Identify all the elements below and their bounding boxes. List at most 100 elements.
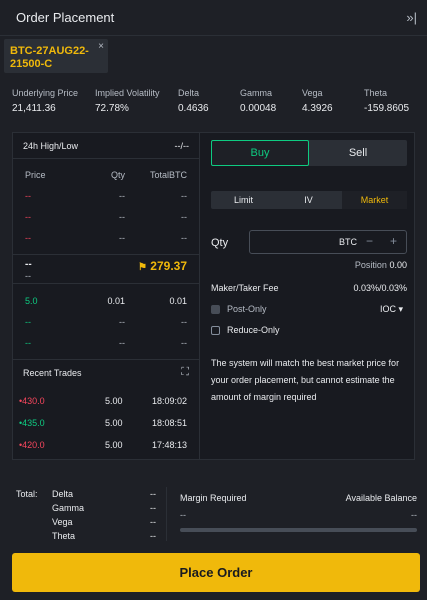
ask-total: -- <box>181 212 187 222</box>
summary-delta: Delta -- <box>52 489 156 502</box>
time-in-force-select[interactable]: IOC ▾ <box>380 304 403 315</box>
gamma: Gamma 0.00048 <box>240 88 276 114</box>
summary-divider <box>166 487 167 541</box>
implied-volatility: Implied Volatility 72.78% <box>95 88 160 114</box>
summary-theta-value: -- <box>150 531 156 541</box>
summary-gamma-label: Gamma <box>52 503 85 513</box>
ask-row[interactable]: -- -- -- <box>13 212 199 226</box>
qty-label: Qty <box>211 237 229 249</box>
greeks-row: Underlying Price 21,411.36 Implied Volat… <box>0 88 427 124</box>
high-low-row: 24h High/Low --/-- <box>13 133 199 159</box>
bid-price: -- <box>25 338 31 348</box>
recent-trades-title: Recent Trades <box>23 367 82 378</box>
ask-qty: -- <box>119 191 125 201</box>
ask-price: -- <box>25 212 31 222</box>
theta-value: -159.8605 <box>364 103 410 114</box>
bid-total: -- <box>181 338 187 348</box>
panel-header: Order Placement »| <box>0 0 427 36</box>
instrument-tab-strip: BTC-27AUG22-21500-C × <box>0 37 427 75</box>
instrument-tab[interactable]: BTC-27AUG22-21500-C × <box>4 39 108 73</box>
post-only-label: Post-Only <box>227 304 267 314</box>
summary-vega: Vega -- <box>52 517 156 530</box>
trade-price: • 430.0 <box>19 396 45 406</box>
margin-required-value: -- <box>180 510 186 520</box>
tab-limit[interactable]: Limit <box>211 191 276 209</box>
summary-delta-value: -- <box>150 489 156 499</box>
summary-gamma-value: -- <box>150 503 156 513</box>
position-display: Position 0.00 <box>355 260 407 270</box>
orderbook-column-headers: Price Qty TotalBTC <box>13 170 199 184</box>
place-order-button[interactable]: Place Order <box>12 553 420 592</box>
delta-label: Delta <box>178 88 200 98</box>
collapse-panel-icon[interactable]: »| <box>406 10 417 25</box>
mid-price-row: -- -- ⚑ 279.37 <box>13 254 199 284</box>
order-book: 24h High/Low --/-- Price Qty TotalBTC --… <box>13 133 200 459</box>
close-icon[interactable]: × <box>98 41 104 52</box>
summary-vega-label: Vega <box>52 517 73 527</box>
delta-value: 0.4636 <box>178 103 209 114</box>
ask-qty: -- <box>119 212 125 222</box>
fee-value: 0.03%/0.03% <box>353 283 407 293</box>
theta-label: Theta <box>364 88 388 98</box>
expand-icon[interactable]: ⛶ <box>181 366 189 379</box>
post-only-option: Post-Only IOC ▾ <box>211 304 407 316</box>
instrument-name: BTC-27AUG22-21500-C <box>10 45 89 70</box>
trade-time: 17:48:13 <box>151 440 187 450</box>
recent-trades-header: Recent Trades ⛶ <box>13 359 199 385</box>
fee-label: Maker/Taker Fee <box>211 283 279 293</box>
trade-qty: 5.00 <box>105 396 123 406</box>
ask-row[interactable]: -- -- -- <box>13 191 199 205</box>
time-in-force-value: IOC <box>379 304 396 314</box>
mark-price: ⚑ 279.37 <box>138 259 187 273</box>
tab-market[interactable]: Market <box>342 191 407 209</box>
available-balance-value: -- <box>411 510 417 520</box>
buy-button[interactable]: Buy <box>211 140 309 166</box>
minus-icon[interactable]: − <box>366 234 373 248</box>
ask-total: -- <box>181 233 187 243</box>
bid-row[interactable]: 5.0 0.01 0.01 <box>13 296 199 310</box>
reduce-only-checkbox[interactable] <box>211 326 220 335</box>
reduce-only-option: Reduce-Only <box>211 325 407 337</box>
sell-button[interactable]: Sell <box>309 140 407 166</box>
caret-down-icon: ▾ <box>398 304 403 314</box>
price-column-header: Price <box>25 170 46 180</box>
bid-row[interactable]: -- -- -- <box>13 338 199 352</box>
trade-price-value: 435.0 <box>22 418 45 428</box>
position-value: 0.00 <box>389 260 407 270</box>
position-label: Position <box>354 260 387 270</box>
vega: Vega 4.3926 <box>302 88 333 114</box>
ask-row[interactable]: -- -- -- <box>13 233 199 247</box>
qty-column-header: Qty <box>110 170 125 180</box>
trade-price: • 420.0 <box>19 440 45 450</box>
underlying-price-label: Underlying Price <box>12 88 79 98</box>
trade-row: • 430.0 5.00 18:09:02 <box>13 396 199 410</box>
total-label: Total: <box>16 489 38 499</box>
summary-vega-value: -- <box>150 517 156 527</box>
margin-bar <box>180 528 417 532</box>
bid-price: 5.0 <box>25 296 38 306</box>
theta: Theta -159.8605 <box>364 88 409 114</box>
trade-qty: 5.00 <box>105 440 123 450</box>
ask-total: -- <box>181 191 187 201</box>
trade-price-value: 420.0 <box>22 440 45 450</box>
side-toggle: Buy Sell <box>211 140 407 166</box>
post-only-checkbox[interactable] <box>211 305 220 314</box>
underlying-price-value: 21,411.36 <box>12 103 56 114</box>
implied-volatility-value: 72.78% <box>95 103 129 114</box>
ask-price: -- <box>25 233 31 243</box>
trade-time: 18:09:02 <box>151 396 187 406</box>
ask-price: -- <box>25 191 31 201</box>
tab-iv[interactable]: IV <box>276 191 341 209</box>
ask-qty: -- <box>119 233 125 243</box>
bid-qty: 0.01 <box>107 296 125 306</box>
qty-input[interactable]: BTC − + <box>249 230 407 254</box>
total-column-header: TotalBTC <box>149 170 187 180</box>
underlying-price: Underlying Price 21,411.36 <box>12 88 78 114</box>
plus-icon[interactable]: + <box>390 234 397 248</box>
market-order-note: The system will match the best market pr… <box>211 358 400 402</box>
available-balance-label: Available Balance <box>345 493 417 503</box>
bid-row[interactable]: -- -- -- <box>13 317 199 331</box>
reduce-only-label: Reduce-Only <box>227 325 280 335</box>
summary-gamma: Gamma -- <box>52 503 156 516</box>
implied-volatility-label: Implied Volatility <box>95 88 160 98</box>
